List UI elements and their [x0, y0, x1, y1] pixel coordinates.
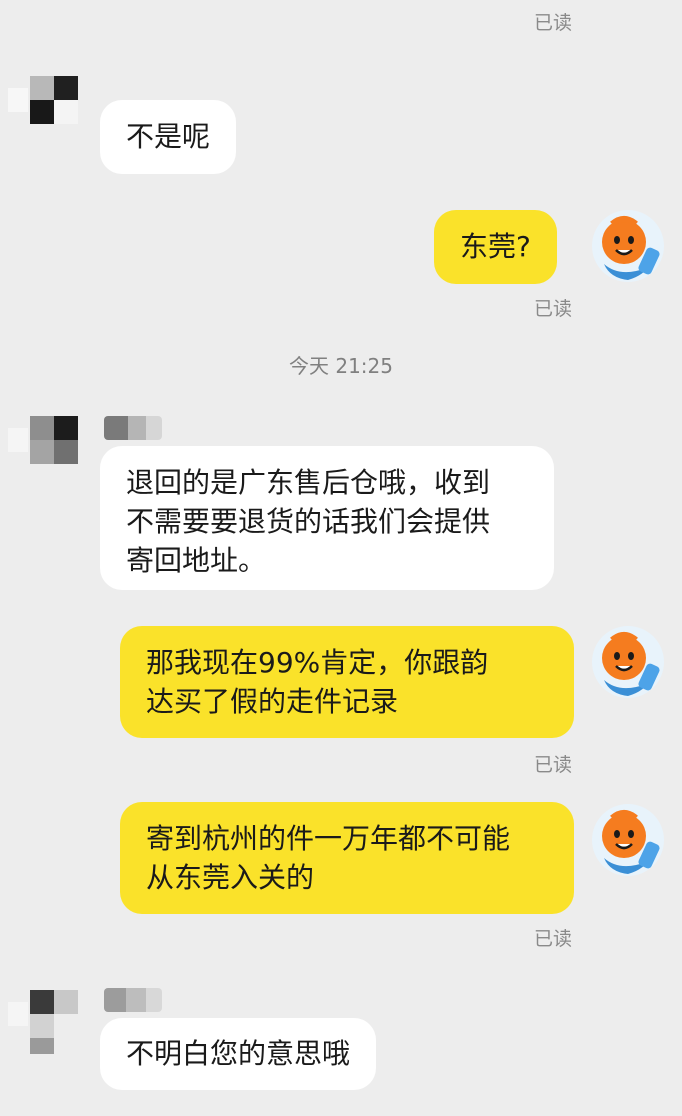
message-bubble-incoming[interactable]: 不是呢 — [100, 100, 237, 174]
read-receipt: 已读 — [533, 754, 572, 776]
read-receipt: 已读 — [533, 298, 572, 320]
chat-screen: { "conversation": { "timestamp_label": "… — [0, 0, 682, 1116]
message-bubble-incoming[interactable]: 不明白您的意思哦 — [100, 1018, 377, 1090]
my-avatar-icon[interactable] — [590, 624, 666, 700]
contact-name — [104, 988, 162, 1012]
message-bubble-outgoing[interactable]: 那我现在99%肯定，你跟韵 达买了假的走件记录 — [120, 626, 574, 738]
message-bubble-outgoing[interactable]: 东莞? — [434, 210, 557, 284]
message-bubble-outgoing[interactable]: 寄到杭州的件一万年都不可能 从东莞入关的 — [120, 802, 574, 914]
contact-avatar-icon[interactable] — [8, 984, 78, 1054]
contact-avatar-icon[interactable] — [8, 410, 78, 480]
message-bubble-incoming[interactable]: 退回的是广东售后仓哦，收到 不需要要退货的话我们会提供 寄回地址。 — [100, 446, 554, 590]
my-avatar-icon[interactable] — [590, 802, 666, 878]
my-avatar-icon[interactable] — [590, 208, 666, 284]
timestamp-divider: 今天 21:25 — [289, 354, 393, 378]
read-receipt: 已读 — [533, 12, 572, 34]
contact-avatar-icon[interactable] — [8, 68, 78, 138]
read-receipt: 已读 — [533, 928, 572, 950]
contact-name — [104, 416, 162, 440]
